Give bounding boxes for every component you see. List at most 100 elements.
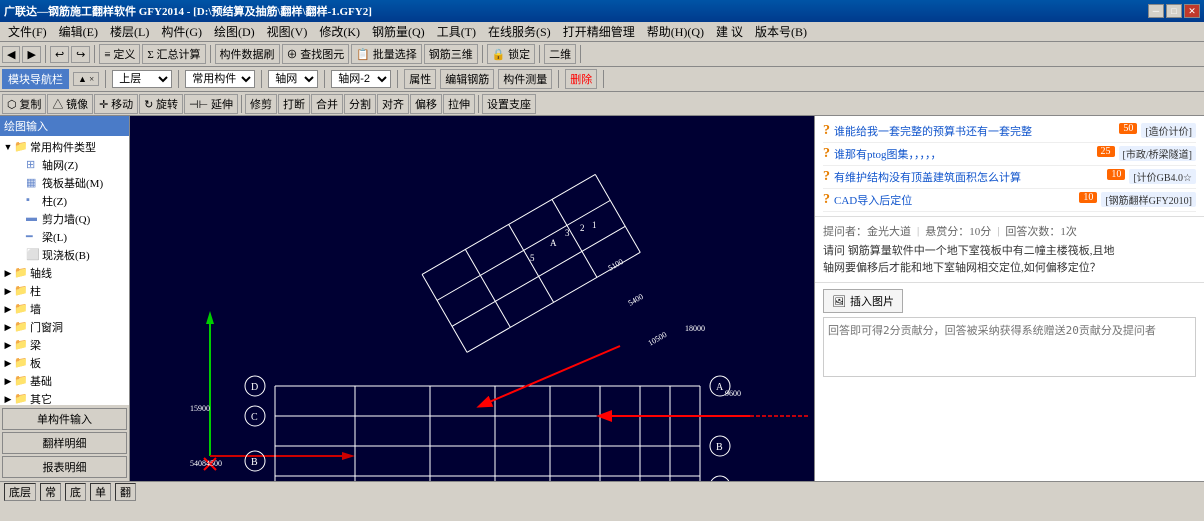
tree-window[interactable]: ▶ 📁 门窗洞 [2, 318, 127, 336]
draw-extend[interactable]: ⊣⊢ 延伸 [184, 94, 238, 114]
tree-wall2[interactable]: ▶ 📁 墙 [2, 300, 127, 318]
single-input-btn[interactable]: 单构件输入 [2, 408, 127, 430]
draw-offset[interactable]: 偏移 [410, 94, 442, 114]
minimize-button[interactable]: ─ [1148, 4, 1164, 18]
toolbar-2d[interactable]: 二维 [544, 44, 576, 64]
status-bottom: 底 [65, 483, 86, 501]
tree-shearwall[interactable]: ▬ 剪力墙(Q) [14, 210, 127, 228]
tree-other[interactable]: ▶ 📁 其它 [2, 390, 127, 405]
expand-icon13: ▶ [2, 357, 14, 369]
tree-axisline[interactable]: ▶ 📁 轴线 [2, 264, 127, 282]
tree-board[interactable]: ▶ 📁 板 [2, 354, 127, 372]
toolbar-redo[interactable]: ↪ [71, 46, 90, 63]
maximize-button[interactable]: □ [1166, 4, 1182, 18]
link-text-3[interactable]: 有维护结构没有顶盖建筑面积怎么计算 [834, 169, 1103, 185]
toolbar-edit-rebar[interactable]: 编辑钢筋 [440, 69, 494, 89]
sep10 [324, 70, 325, 88]
draw-rotate[interactable]: ↻ 旋转 [139, 94, 183, 114]
q-answers: 回答次数：1次 [1005, 223, 1077, 239]
draw-split[interactable]: 分割 [344, 94, 376, 114]
menu-online[interactable]: 在线服务(S) [482, 21, 557, 42]
report-detail-btn[interactable]: 报表明细 [2, 456, 127, 478]
insert-img-btn[interactable]: 🖼 插入图片 [823, 289, 903, 313]
q-icon-4: ? [823, 192, 830, 208]
toolbar-fwd[interactable]: ▶ [22, 46, 40, 63]
expand-icon12: ▶ [2, 339, 14, 351]
draw-stretch[interactable]: 拉伸 [443, 94, 475, 114]
toolbar-data-brush[interactable]: 构件数据刷 [215, 44, 280, 64]
svg-text:A: A [550, 238, 557, 248]
toolbar-define[interactable]: ≡ 定义 [99, 44, 140, 64]
sep7 [105, 70, 106, 88]
menu-modify[interactable]: 修改(K) [313, 21, 366, 42]
toolbar-delete[interactable]: 删除 [565, 69, 597, 89]
floor-combo[interactable]: 上层底层 [112, 70, 172, 88]
toolbar-property[interactable]: 属性 [404, 69, 436, 89]
link-text-2[interactable]: 谁那有ptog图集，，，，， [834, 146, 1093, 162]
answer-input[interactable] [823, 317, 1196, 377]
link-text-4[interactable]: CAD导入后定位 [834, 192, 1075, 208]
toolbar-measure[interactable]: 构件测量 [498, 69, 552, 89]
tag-4: [钢筋翻样GFY2010] [1101, 192, 1196, 207]
qa-links: ? 谁能给我一套完整的预算书还有一套完整 50 [造价计价] ? 谁那有ptog… [815, 116, 1204, 217]
menu-suggest[interactable]: 建 议 [710, 21, 749, 42]
menu-help[interactable]: 帮助(H)(Q) [641, 21, 710, 42]
menu-fine-mgmt[interactable]: 打开精细管理 [557, 21, 641, 42]
folder-icon9: 📁 [14, 392, 28, 405]
tree-beam2[interactable]: ▶ 📁 梁 [2, 336, 127, 354]
draw-move[interactable]: ✛ 移动 [94, 94, 138, 114]
draw-merge[interactable]: 合并 [311, 94, 343, 114]
menu-file[interactable]: 文件(F) [2, 21, 53, 42]
menu-edit[interactable]: 编辑(E) [53, 21, 104, 42]
tree-beam[interactable]: ━ 梁(L) [14, 228, 127, 246]
tag-2: [市政/桥梁隧道] [1119, 146, 1196, 161]
toolbar-undo[interactable]: ↩ [50, 46, 69, 63]
tree-axis-net[interactable]: ⊞ 轴网(Z) [14, 156, 127, 174]
draw-trim[interactable]: 修剪 [245, 94, 277, 114]
toolbar-batch-select[interactable]: 📋 批量选择 [351, 44, 421, 64]
float-btn[interactable]: ▲ × [73, 72, 99, 86]
link-item-3: ? 有维护结构没有顶盖建筑面积怎么计算 10 [计价GB4.0☆ [823, 166, 1196, 189]
draw-mirror[interactable]: △ 镜像 [47, 94, 93, 114]
expand-icon8: ▶ [2, 267, 14, 279]
tree-foundation[interactable]: ▶ 📁 基础 [2, 372, 127, 390]
menu-component[interactable]: 构件(G) [155, 21, 208, 42]
tree-common-root[interactable]: ▼ 📁 常用构件类型 [2, 138, 127, 156]
toolbar-lock[interactable]: 🔒 锁定 [487, 44, 535, 64]
menu-version[interactable]: 版本号(B) [749, 21, 813, 42]
expand-icon15: ▶ [2, 393, 14, 405]
fanyang-detail-btn[interactable]: 翻样明细 [2, 432, 127, 454]
tree-label-board: 板 [30, 355, 41, 371]
cad-svg: 6900 6300 5400 450 390 3000 1000 1200 36… [130, 116, 814, 481]
sep2 [94, 45, 95, 63]
tree-label-wall2: 墙 [30, 301, 41, 317]
menu-floor[interactable]: 楼层(L) [104, 21, 155, 42]
component-combo[interactable]: 常用构件 [185, 70, 255, 88]
tree-column[interactable]: ▪ 柱(Z) [14, 192, 127, 210]
tree-raft[interactable]: ▦ 筏板基础(M) [14, 174, 127, 192]
img-icon: 🖼 [832, 295, 846, 308]
toolbar-back[interactable]: ◀ [2, 46, 20, 63]
status-fan: 翻 [115, 483, 136, 501]
axis-combo2[interactable]: 轴网-2 [331, 70, 391, 88]
toolbar-calc[interactable]: Σ 汇总计算 [142, 44, 205, 64]
cad-canvas-area[interactable]: 6900 6300 5400 450 390 3000 1000 1200 36… [130, 116, 814, 481]
axis-combo1[interactable]: 轴网 [268, 70, 318, 88]
menu-rebar-qty[interactable]: 钢筋量(Q) [366, 21, 431, 42]
sep8 [178, 70, 179, 88]
menu-tools[interactable]: 工具(T) [431, 21, 482, 42]
menu-draw[interactable]: 绘图(D) [208, 21, 261, 42]
question-content: 请问 钢筋算量软件中一个地下室筏板中有二幢主楼筏板,且地 轴网要偏移后才能和地下… [823, 243, 1196, 276]
tree-col2[interactable]: ▶ 📁 柱 [2, 282, 127, 300]
draw-copy[interactable]: ⬡ 复制 [2, 94, 46, 114]
menu-view[interactable]: 视图(V) [261, 21, 314, 42]
draw-set-support[interactable]: 设置支座 [482, 94, 536, 114]
tree-slab[interactable]: ⬜ 现浇板(B) [14, 246, 127, 264]
close-button[interactable]: ✕ [1184, 4, 1200, 18]
draw-break[interactable]: 打断 [278, 94, 310, 114]
toolbar-find[interactable]: ⊕ 查找图元 [282, 44, 350, 64]
draw-align[interactable]: 对齐 [377, 94, 409, 114]
window-controls: ─ □ ✕ [1148, 4, 1200, 18]
toolbar-rebar-3d[interactable]: 钢筋三维 [424, 44, 478, 64]
link-text-1[interactable]: 谁能给我一套完整的预算书还有一套完整 [834, 123, 1115, 139]
